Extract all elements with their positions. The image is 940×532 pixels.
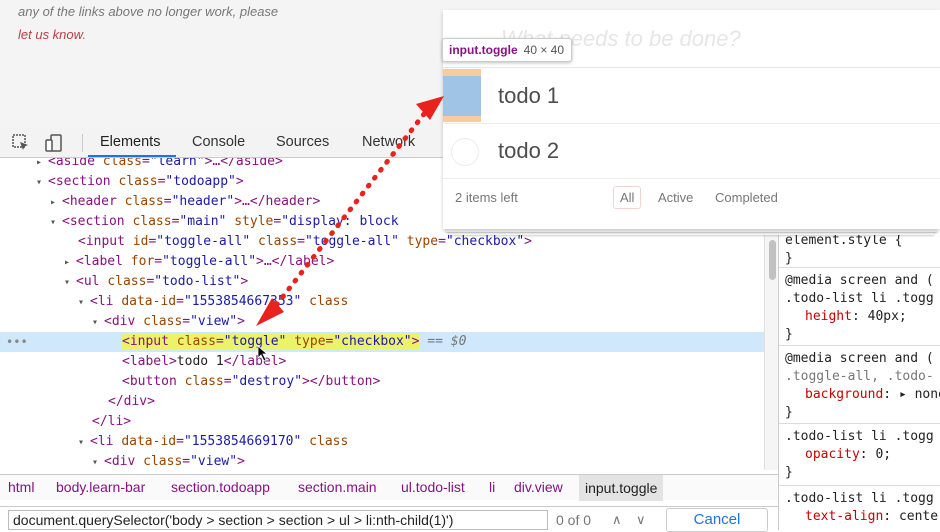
find-prev-icon[interactable]: ∧ xyxy=(612,512,622,528)
inspect-tooltip: input.toggle 40 × 40 xyxy=(442,38,572,62)
todo-toggle-checkbox[interactable] xyxy=(451,138,479,166)
let-us-know-link[interactable]: let us know xyxy=(18,27,82,42)
find-count: 0 of 0 xyxy=(556,512,592,528)
breadcrumb-div-view[interactable]: div.view xyxy=(514,479,563,495)
tab-separator xyxy=(82,134,83,152)
tree-node-ul-todo-list[interactable]: ▾ <ul class="todo-list"> xyxy=(0,272,764,292)
scrollbar-thumb[interactable] xyxy=(769,240,776,280)
breadcrumb-section-main[interactable]: section.main xyxy=(298,479,377,495)
tree-node-li-2[interactable]: ▾ <li data-id="1553854669170" class xyxy=(0,432,764,452)
tab-network[interactable]: Network xyxy=(362,134,415,150)
device-toolbar-icon[interactable] xyxy=(44,133,64,153)
tree-node-label-toggle-all[interactable]: ▸ <label for="toggle-all">…</label> xyxy=(0,252,764,272)
todo-item[interactable]: todo 1 xyxy=(443,69,940,124)
breadcrumb-ul[interactable]: ul.todo-list xyxy=(401,479,465,495)
collapse-triangle-icon[interactable]: ▾ xyxy=(50,213,62,233)
notice-end: . xyxy=(82,27,86,42)
styles-pane: element.style { } @media screen and ( .t… xyxy=(778,232,940,530)
breadcrumb: html body.learn-bar section.todoapp sect… xyxy=(0,474,778,501)
style-rule-height[interactable]: @media screen and ( .todo-list li .togg … xyxy=(779,272,940,346)
cancel-button[interactable]: Cancel xyxy=(666,508,768,532)
todo-item[interactable]: todo 2 xyxy=(443,124,940,179)
todo-item-label[interactable]: todo 2 xyxy=(498,138,559,164)
tree-node-li-close[interactable]: </li> xyxy=(0,412,764,432)
todo-item-label[interactable]: todo 1 xyxy=(498,83,559,109)
expand-triangle-icon[interactable]: ▸ xyxy=(64,253,76,273)
items-left-count: 2 items left xyxy=(455,190,518,205)
selected-node-ref: == $0 xyxy=(427,334,467,349)
breadcrumb-html[interactable]: html xyxy=(8,479,34,495)
find-bar: document.querySelector('body > section >… xyxy=(0,506,778,532)
tab-console[interactable]: Console xyxy=(192,134,245,150)
find-next-icon[interactable]: ∨ xyxy=(636,512,646,528)
tab-elements[interactable]: Elements xyxy=(100,134,160,150)
find-input[interactable]: document.querySelector('body > section >… xyxy=(8,510,548,530)
filter-completed[interactable]: Completed xyxy=(708,186,785,209)
breadcrumb-section-todoapp[interactable]: section.todoapp xyxy=(171,479,270,495)
breadcrumb-body[interactable]: body.learn-bar xyxy=(56,479,145,495)
notice-text: any of the links above no longer work, p… xyxy=(18,0,318,46)
expand-triangle-icon[interactable]: ▸ xyxy=(36,158,48,173)
todo-footer: 2 items left All Active Completed xyxy=(443,178,940,218)
collapse-triangle-icon[interactable]: ▾ xyxy=(92,453,104,470)
tree-node-button-destroy[interactable]: <button class="destroy"></button> xyxy=(0,372,764,392)
tree-node-div-view-2[interactable]: ▾ <div class="view"> xyxy=(0,452,764,470)
collapse-triangle-icon[interactable]: ▾ xyxy=(36,173,48,193)
tree-node-div-view[interactable]: ▾ <div class="view"> xyxy=(0,312,764,332)
inspect-tooltip-name: input.toggle xyxy=(449,43,518,57)
collapse-triangle-icon[interactable]: ▾ xyxy=(64,273,76,293)
collapse-triangle-icon[interactable]: ▾ xyxy=(78,433,90,453)
style-rule-background[interactable]: @media screen and ( .toggle-all, .todo- … xyxy=(779,350,940,424)
tab-sources[interactable]: Sources xyxy=(276,134,329,150)
expand-triangle-icon[interactable]: ▸ xyxy=(50,193,62,213)
tree-node-div-close[interactable]: </div> xyxy=(0,392,764,412)
breadcrumb-input-toggle[interactable]: input.toggle xyxy=(579,475,664,501)
filter-active[interactable]: Active xyxy=(651,186,700,209)
tree-node-input-toggle-selected[interactable]: ••• <input class="toggle" type="checkbox"… xyxy=(0,332,764,352)
style-rule-opacity[interactable]: .todo-list li .togg opacity: 0; } xyxy=(779,428,940,486)
collapse-triangle-icon[interactable]: ▾ xyxy=(78,293,90,313)
inspect-highlight-content xyxy=(443,76,481,116)
inspect-element-icon[interactable] xyxy=(11,133,31,153)
more-options-dots[interactable]: ••• xyxy=(6,332,28,352)
filter-all[interactable]: All xyxy=(613,186,642,209)
tree-node-li-1[interactable]: ▾ <li data-id="1553854667353" class xyxy=(0,292,764,312)
style-rule-element[interactable]: element.style { } xyxy=(779,232,940,268)
tree-node-label-todo-1[interactable]: <label>todo 1</label> xyxy=(0,352,764,372)
style-rule-text-align[interactable]: .todo-list li .togg text-align: cente xyxy=(779,490,940,530)
collapse-triangle-icon[interactable]: ▾ xyxy=(92,313,104,333)
breadcrumb-li[interactable]: li xyxy=(489,479,495,495)
tree-node-input-toggle-all[interactable]: <input id="toggle-all" class="toggle-all… xyxy=(0,232,764,252)
notice-body: any of the links above no longer work, p… xyxy=(18,4,279,19)
active-tab-indicator xyxy=(88,155,176,157)
inspect-tooltip-size: 40 × 40 xyxy=(523,43,565,57)
